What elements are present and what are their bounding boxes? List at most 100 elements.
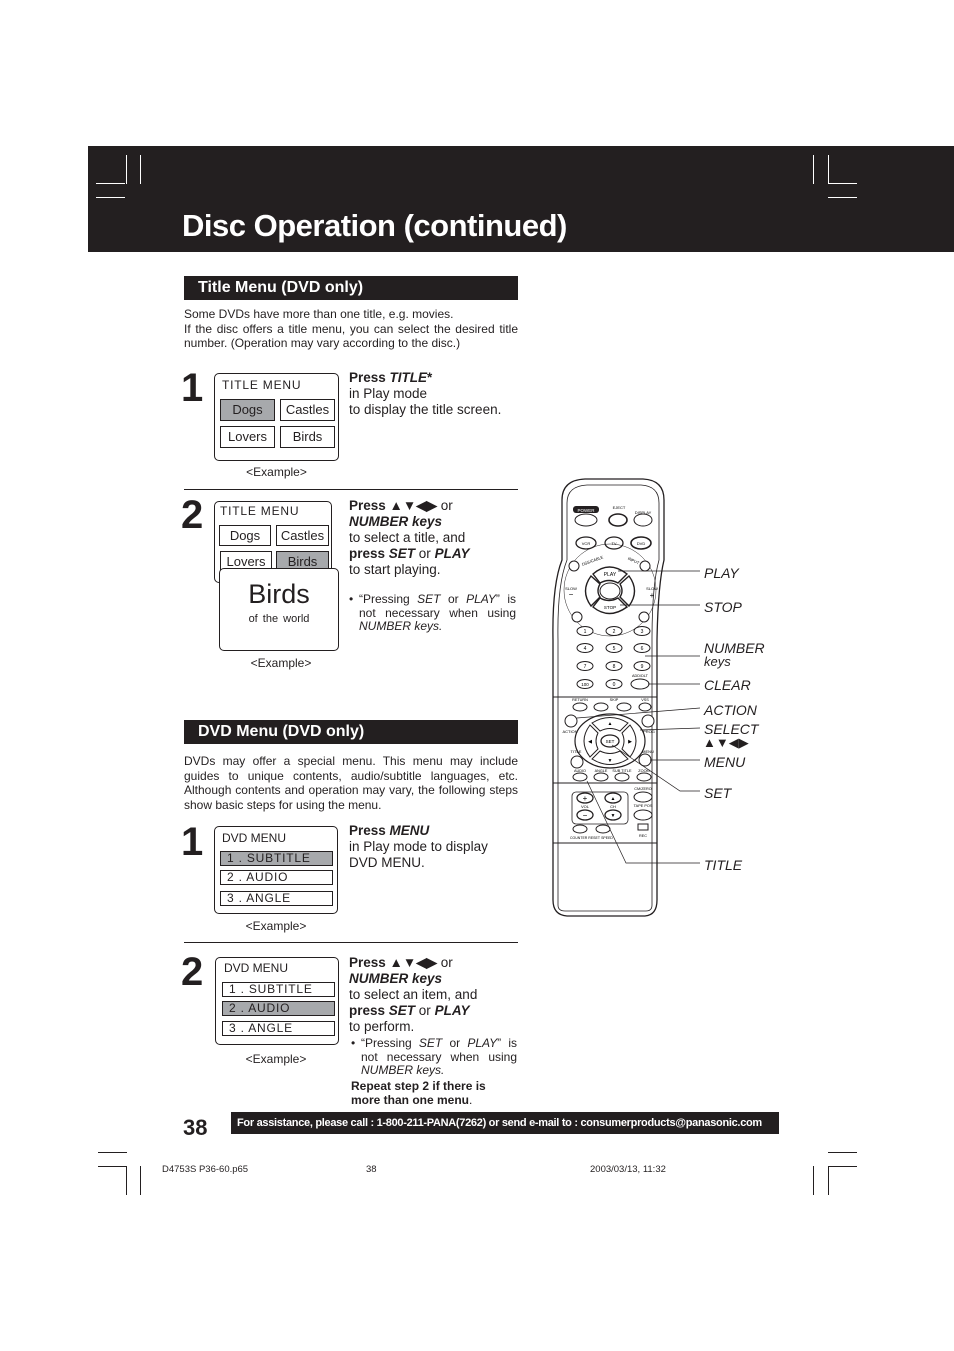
press-text: press <box>349 1003 389 1018</box>
title-label: TITLE <box>571 749 582 754</box>
number-keys-text: NUMBER keys <box>349 971 443 986</box>
power-label: POWER <box>577 508 595 513</box>
repeat-note: Repeat step 2 if there is more than one … <box>351 1079 506 1107</box>
minus-icon: − <box>583 811 588 820</box>
add-dlt-button <box>630 678 650 690</box>
press-text: Press <box>349 498 390 513</box>
play-key: PLAY <box>466 592 496 606</box>
menu-label: MENU <box>642 749 654 754</box>
screen-title: TITLE MENU <box>222 378 302 392</box>
note-text: or <box>442 1036 468 1050</box>
counter-reset-label: COUNTER RESET <box>570 836 601 840</box>
title-menu-intro: Some DVDs have more than one title, e.g.… <box>184 307 518 351</box>
crop-mark <box>98 1152 127 1153</box>
title-tile: Birds <box>280 426 335 448</box>
step-instruction: Press MENU in Play mode to display DVD M… <box>349 823 524 871</box>
audio-button <box>572 772 588 782</box>
or-text: or <box>437 498 453 513</box>
cm-zero-label: CM/ZERO <box>634 787 652 791</box>
remote-control-illustration: POWER EJECT DISPLAY VCR TV DVD DSS/CABLE… <box>552 478 701 917</box>
remote-label: 8 <box>613 664 616 670</box>
press-text: Press <box>349 823 390 838</box>
display-button <box>633 513 653 527</box>
play-label: PLAY <box>604 572 617 578</box>
up-arrow-icon: ▲ <box>611 796 616 802</box>
screen-title: DVD MENU <box>222 831 287 845</box>
remote-label: ADD/DLT <box>632 674 649 678</box>
remote-label: 3 <box>641 629 644 635</box>
power-button <box>574 513 598 527</box>
down-arrow-icon: ▼ <box>608 758 613 764</box>
action-label: ACTION <box>562 729 577 734</box>
number-keys-text: NUMBER keys. <box>359 619 443 633</box>
remote-label: 1 <box>584 629 587 635</box>
dvd-menu-item: 2 . AUDIO <box>222 1001 335 1016</box>
bullet: • <box>351 1036 356 1050</box>
vcr-label: VCR <box>582 541 591 546</box>
title-button <box>570 755 584 769</box>
popup-subtitle: of the world <box>248 613 310 625</box>
popup-title: Birds <box>248 579 310 609</box>
title-tile: Lovers <box>220 426 275 448</box>
remote-label: 0 <box>613 682 616 688</box>
crop-mark <box>828 183 857 184</box>
speed-label: SPEED <box>601 836 613 840</box>
rec-label: REC <box>639 834 647 838</box>
instruction-line: to select a title, and <box>349 530 466 545</box>
example-caption: <Example> <box>250 656 312 670</box>
step-number: 2 <box>181 950 204 994</box>
instruction-line: in Play mode <box>349 386 428 401</box>
crop-mark <box>828 1152 857 1153</box>
press-text: Press <box>349 955 390 970</box>
instruction-line: to start playing. <box>349 562 441 577</box>
eject-button <box>608 513 628 527</box>
dvd-label: DVD <box>637 541 646 546</box>
intro-line: If the disc offers a title menu, you can… <box>184 321 518 351</box>
set-key: SET <box>418 1036 443 1050</box>
rec-button <box>637 823 649 831</box>
file-name: D4753S P36-60.p65 <box>162 1164 249 1175</box>
repeat-text: Repeat step 2 if there is more than one … <box>351 1079 486 1107</box>
skip-back-button <box>593 702 609 712</box>
instruction-line: to display the title screen. <box>349 402 502 417</box>
number-keys-text: NUMBER keys. <box>361 1063 445 1077</box>
left-arrow-icon: ◀ <box>588 739 592 745</box>
note-text: “Pressing <box>359 592 418 606</box>
vol-label: VOL <box>581 804 590 809</box>
set-label: SET <box>606 739 615 744</box>
callout-menu: MENU <box>704 754 746 770</box>
bullet: • <box>349 592 354 606</box>
dvd-menu-screen: DVD MENU 1 . SUBTITLE 2 . AUDIO 3 . ANGL… <box>215 957 339 1045</box>
example-caption: <Example> <box>246 465 307 479</box>
instruction-line: to select an item, and <box>349 987 478 1002</box>
section-heading-title-menu: Title Menu (DVD only) <box>184 276 518 300</box>
pause-button <box>638 611 650 623</box>
crop-mark <box>813 1166 814 1195</box>
title-menu-screen: TITLE MENU Dogs Castles Lovers Birds <box>214 373 339 461</box>
remote-label: 5 <box>613 646 616 652</box>
or-text: or <box>437 955 453 970</box>
crop-mark <box>828 155 829 184</box>
divider <box>184 489 518 490</box>
center-button <box>599 582 621 600</box>
sub-title-label: SUB TITLE <box>612 769 632 773</box>
print-timestamp: 2003/03/13, 11:32 <box>590 1164 666 1175</box>
vcr-tv-button <box>571 611 583 623</box>
dvd-menu-item: 1 . SUBTITLE <box>222 982 335 997</box>
callout-clear: CLEAR <box>704 677 751 693</box>
stop-label: STOP <box>604 605 616 610</box>
step-instruction: Press TITLE* in Play mode to display the… <box>349 370 524 418</box>
crop-mark <box>140 155 141 184</box>
arrow-keys-icon: ▲▼◀▶ <box>389 498 438 513</box>
dvd-menu-item: 2 . AUDIO <box>220 870 333 885</box>
callout-select: SELECT <box>704 721 759 737</box>
minus-icon: − <box>569 590 574 599</box>
remote-label: 6 <box>641 646 644 652</box>
up-arrow-icon: ▲ <box>608 721 613 727</box>
right-arrow-icon: ▶ <box>628 739 632 745</box>
number-keys-text: NUMBER keys <box>349 514 443 529</box>
callout-select-arrows-icon: ▲▼◀▶ <box>703 735 749 750</box>
dvd-menu-item: 1 . SUBTITLE <box>220 851 333 866</box>
step-number: 1 <box>181 366 204 410</box>
asterisk: * <box>427 370 433 385</box>
